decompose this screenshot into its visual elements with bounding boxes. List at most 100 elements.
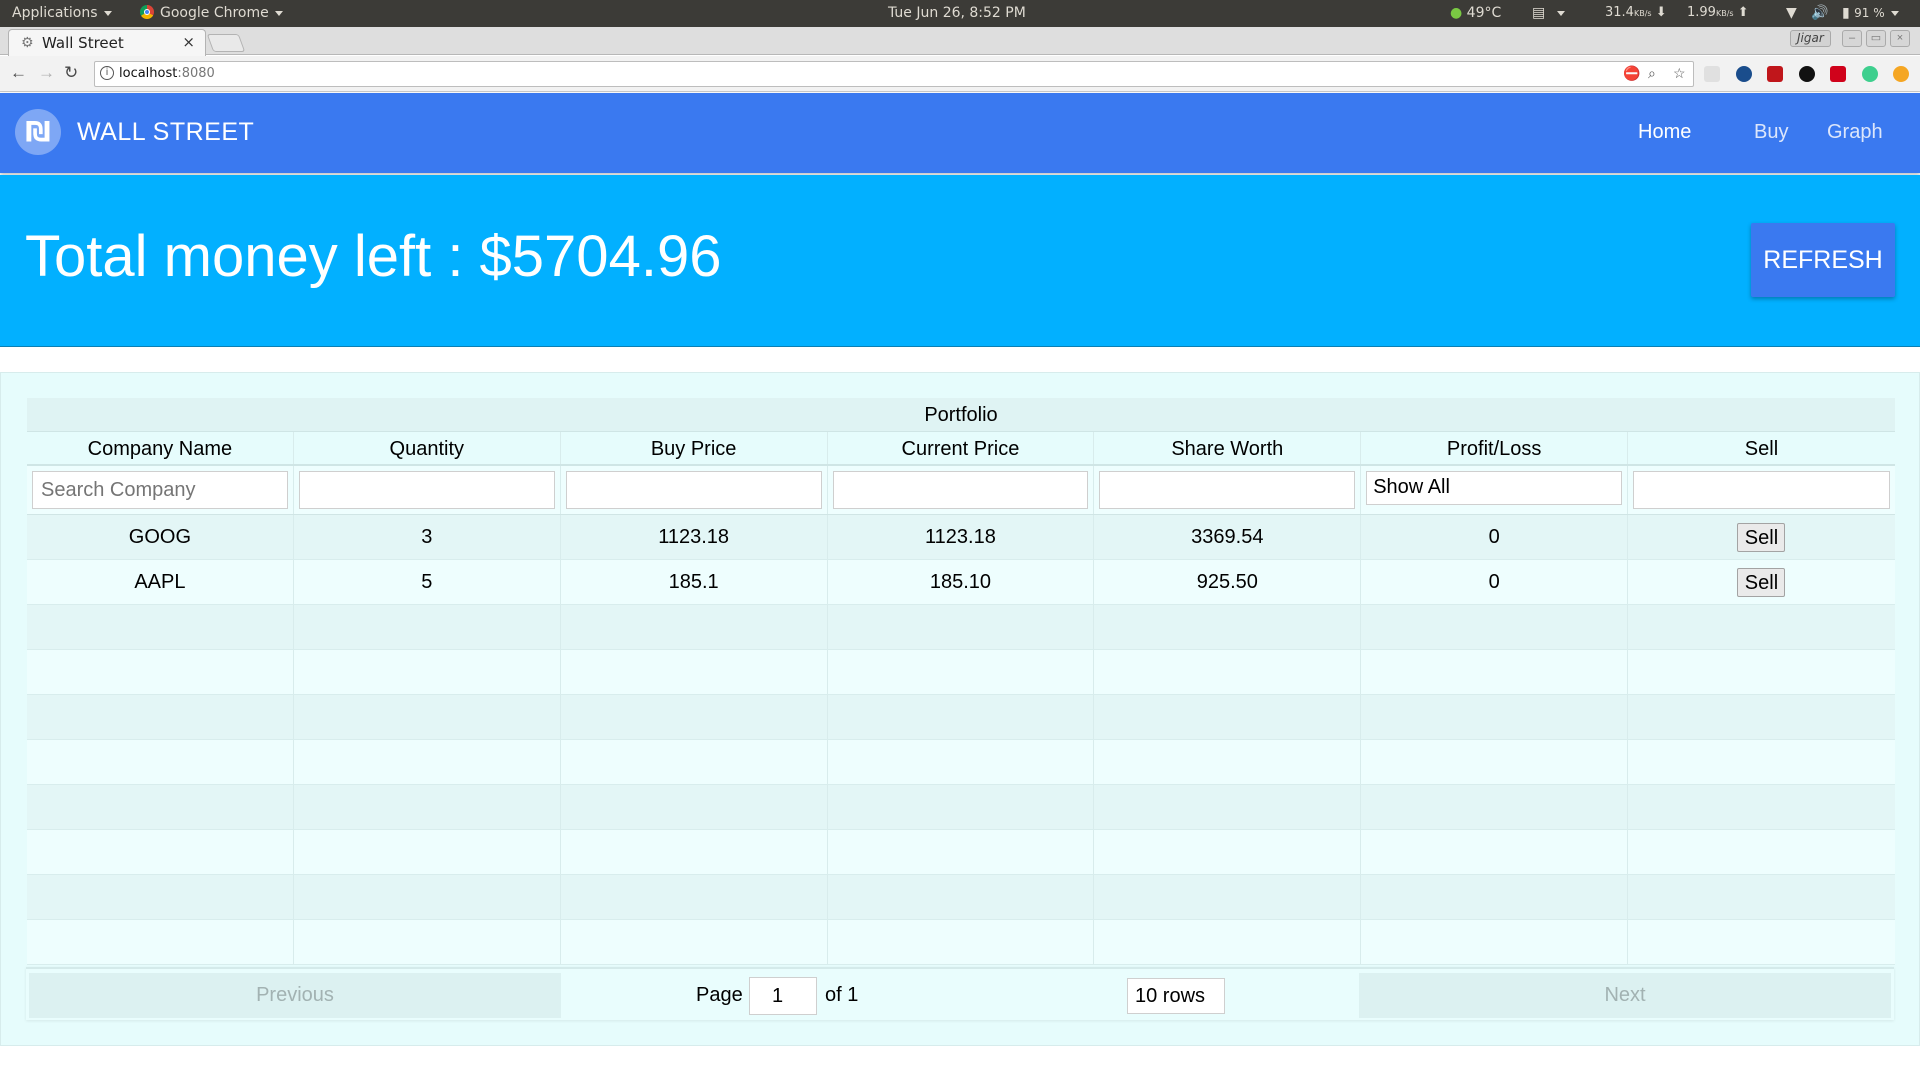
extension-icon[interactable] xyxy=(1767,66,1783,82)
extension-icon[interactable] xyxy=(1736,66,1752,82)
empty-table-row xyxy=(27,695,1895,740)
extension-icon[interactable] xyxy=(1893,66,1909,82)
net-down-indicator: 31.4KB/s ⬇ xyxy=(1605,5,1667,20)
filter-cell xyxy=(1094,466,1362,514)
chrome-app-menu[interactable]: Google Chrome xyxy=(140,5,283,21)
previous-page-button[interactable]: Previous xyxy=(29,973,561,1018)
quantity-cell: 3 xyxy=(294,515,561,559)
address-bar[interactable]: i localhost:8080 ⛔ ⌕ ☆ xyxy=(94,61,1694,87)
pagination-bar: Previous Page of 1 10 rows Next xyxy=(26,967,1894,1020)
table-header-row: Company Name Quantity Buy Price Current … xyxy=(27,432,1895,466)
column-header-sell[interactable]: Sell xyxy=(1628,432,1895,464)
battery-value: 91 % xyxy=(1854,6,1885,20)
net-down-value: 31.4 xyxy=(1605,5,1634,20)
share-worth-cell: 925.50 xyxy=(1094,560,1362,604)
shekel-logo-icon[interactable]: ₪ xyxy=(15,109,61,155)
caret-down-icon xyxy=(103,10,112,16)
clock[interactable]: Tue Jun 26, 8:52 PM xyxy=(888,5,1026,21)
company-search-input[interactable] xyxy=(32,471,288,509)
empty-table-row xyxy=(27,785,1895,830)
quantity-filter-input[interactable] xyxy=(298,471,555,509)
share-worth-filter-input[interactable] xyxy=(1099,471,1356,509)
nav-link-buy[interactable]: Buy xyxy=(1754,121,1788,144)
filter-cell xyxy=(828,466,1095,514)
nav-link-graph[interactable]: Graph xyxy=(1827,121,1883,144)
empty-table-row xyxy=(27,830,1895,875)
clipboard-indicator[interactable]: ▤ xyxy=(1532,5,1566,21)
volume-icon[interactable]: 🔊 xyxy=(1811,5,1828,21)
sell-button[interactable]: Sell xyxy=(1737,523,1786,552)
browser-tab[interactable]: ⚙ Wall Street × xyxy=(8,29,206,56)
url-port: :8080 xyxy=(177,66,215,81)
sell-button[interactable]: Sell xyxy=(1737,568,1786,597)
extension-icon[interactable] xyxy=(1830,66,1846,82)
browser-toolbar: ← → ↻ i localhost:8080 ⛔ ⌕ ☆ xyxy=(0,56,1920,92)
new-tab-button[interactable] xyxy=(206,34,246,52)
blocked-content-icon[interactable]: ⛔ xyxy=(1623,65,1640,82)
back-arrow-icon[interactable]: ← xyxy=(10,63,27,83)
empty-table-row xyxy=(27,740,1895,785)
temperature-indicator[interactable]: ● 49°C xyxy=(1450,5,1501,21)
info-icon[interactable]: i xyxy=(100,66,114,80)
applications-menu[interactable]: Applications xyxy=(12,5,112,21)
bookmark-star-icon[interactable]: ☆ xyxy=(1673,65,1686,82)
share-worth-cell: 3369.54 xyxy=(1094,515,1362,559)
next-page-button[interactable]: Next xyxy=(1359,973,1891,1018)
arrow-down-icon: ⬇ xyxy=(1655,5,1667,20)
balance-banner: Total money left : $5704.96 REFRESH xyxy=(0,175,1920,347)
sell-filter-input[interactable] xyxy=(1633,471,1890,509)
close-tab-icon[interactable]: × xyxy=(182,33,195,51)
chrome-app-label: Google Chrome xyxy=(160,5,269,21)
minimize-button[interactable]: – xyxy=(1842,30,1862,47)
buy-price-cell: 1123.18 xyxy=(561,515,828,559)
brand-title[interactable]: WALL STREET xyxy=(77,118,254,147)
profit-loss-cell: 0 xyxy=(1361,560,1629,604)
current-price-cell: 1123.18 xyxy=(828,515,1095,559)
forward-arrow-icon[interactable]: → xyxy=(38,63,55,83)
buy-price-filter-input[interactable] xyxy=(565,471,822,509)
os-top-panel: Applications Google Chrome Tue Jun 26, 8… xyxy=(0,0,1920,27)
portfolio-panel: Portfolio Company Name Quantity Buy Pric… xyxy=(0,372,1920,1046)
caret-down-icon xyxy=(1890,10,1899,16)
close-window-button[interactable]: × xyxy=(1890,30,1910,47)
column-header-quantity[interactable]: Quantity xyxy=(294,432,561,464)
extension-icon[interactable] xyxy=(1704,66,1720,82)
battery-indicator[interactable]: ▮ 91 % xyxy=(1842,5,1899,21)
quantity-cell: 5 xyxy=(294,560,561,604)
reload-icon[interactable]: ↻ xyxy=(64,63,78,83)
profile-badge[interactable]: Jigar xyxy=(1790,30,1831,47)
extension-icon[interactable] xyxy=(1799,66,1815,82)
maximize-button[interactable]: ▭ xyxy=(1866,30,1886,47)
loading-favicon-icon: ⚙ xyxy=(21,35,34,51)
filter-cell: Show All xyxy=(1361,466,1629,514)
column-header-profit-loss[interactable]: Profit/Loss xyxy=(1361,432,1629,464)
app-navbar: ₪ WALL STREET Home Buy Graph xyxy=(0,93,1920,173)
thermometer-icon: ● xyxy=(1450,5,1463,21)
profit-loss-filter-select[interactable]: Show All xyxy=(1366,471,1623,505)
rows-per-page-select[interactable]: 10 rows xyxy=(1127,978,1225,1014)
column-header-company[interactable]: Company Name xyxy=(27,432,294,464)
wifi-icon[interactable]: ▼ xyxy=(1786,5,1797,21)
buy-price-cell: 185.1 xyxy=(561,560,828,604)
table-row: AAPL 5 185.1 185.10 925.50 0 Sell xyxy=(27,560,1895,605)
page-label: Page xyxy=(696,984,743,1006)
zoom-icon[interactable]: ⌕ xyxy=(1648,65,1656,82)
page-number-input[interactable] xyxy=(749,977,817,1015)
table-row: GOOG 3 1123.18 1123.18 3369.54 0 Sell xyxy=(27,515,1895,560)
temperature-value: 49°C xyxy=(1466,5,1502,21)
net-up-unit: KB/s xyxy=(1715,9,1734,18)
column-header-current-price[interactable]: Current Price xyxy=(828,432,1095,464)
filter-cell xyxy=(1628,466,1895,514)
net-up-indicator: 1.99KB/s ⬆ xyxy=(1687,5,1749,20)
filter-cell xyxy=(561,466,828,514)
profit-loss-cell: 0 xyxy=(1361,515,1629,559)
url-text: localhost:8080 xyxy=(119,66,215,81)
column-header-share-worth[interactable]: Share Worth xyxy=(1094,432,1362,464)
refresh-button[interactable]: REFRESH xyxy=(1751,223,1895,297)
battery-icon: ▮ xyxy=(1842,5,1850,21)
current-price-filter-input[interactable] xyxy=(832,471,1089,509)
extension-icon[interactable] xyxy=(1862,66,1878,82)
column-header-buy-price[interactable]: Buy Price xyxy=(561,432,828,464)
company-cell: AAPL xyxy=(27,560,294,604)
nav-link-home[interactable]: Home xyxy=(1638,121,1691,144)
